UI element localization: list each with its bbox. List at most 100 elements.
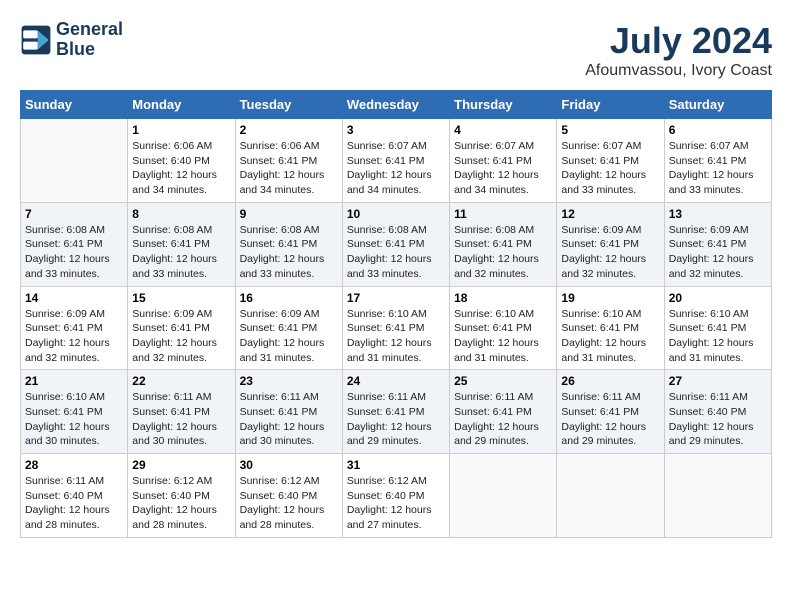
day-info: Sunrise: 6:10 AMSunset: 6:41 PMDaylight:… bbox=[669, 307, 767, 366]
day-info: Sunrise: 6:11 AMSunset: 6:41 PMDaylight:… bbox=[240, 390, 338, 449]
calendar-cell: 27 Sunrise: 6:11 AMSunset: 6:40 PMDayligh… bbox=[664, 370, 771, 454]
day-info: Sunrise: 6:06 AMSunset: 6:40 PMDaylight:… bbox=[132, 139, 230, 198]
day-info: Sunrise: 6:11 AMSunset: 6:41 PMDaylight:… bbox=[347, 390, 445, 449]
calendar-cell: 17 Sunrise: 6:10 AMSunset: 6:41 PMDayligh… bbox=[342, 286, 449, 370]
week-row-2: 7 Sunrise: 6:08 AMSunset: 6:41 PMDaylight… bbox=[21, 202, 772, 286]
day-info: Sunrise: 6:07 AMSunset: 6:41 PMDaylight:… bbox=[347, 139, 445, 198]
calendar-cell: 5Sunrise: 6:07 AMSunset: 6:41 PMDaylight… bbox=[557, 119, 664, 203]
day-number: 3 bbox=[347, 123, 445, 137]
week-row-3: 14 Sunrise: 6:09 AMSunset: 6:41 PMDayligh… bbox=[21, 286, 772, 370]
calendar-cell: 29 Sunrise: 6:12 AMSunset: 6:40 PMDayligh… bbox=[128, 454, 235, 538]
day-info: Sunrise: 6:11 AMSunset: 6:41 PMDaylight:… bbox=[561, 390, 659, 449]
weekday-header-saturday: Saturday bbox=[664, 91, 771, 119]
day-number: 12 bbox=[561, 207, 659, 221]
day-number: 9 bbox=[240, 207, 338, 221]
calendar-cell: 10 Sunrise: 6:08 AMSunset: 6:41 PMDayligh… bbox=[342, 202, 449, 286]
logo: General Blue bbox=[20, 20, 123, 60]
day-info: Sunrise: 6:07 AMSunset: 6:41 PMDaylight:… bbox=[669, 139, 767, 198]
calendar-cell: 8 Sunrise: 6:08 AMSunset: 6:41 PMDaylight… bbox=[128, 202, 235, 286]
day-number: 28 bbox=[25, 458, 123, 472]
weekday-header-wednesday: Wednesday bbox=[342, 91, 449, 119]
day-number: 6 bbox=[669, 123, 767, 137]
day-number: 10 bbox=[347, 207, 445, 221]
day-info: Sunrise: 6:12 AMSunset: 6:40 PMDaylight:… bbox=[132, 474, 230, 533]
day-number: 8 bbox=[132, 207, 230, 221]
day-number: 7 bbox=[25, 207, 123, 221]
calendar-cell bbox=[664, 454, 771, 538]
day-info: Sunrise: 6:11 AMSunset: 6:40 PMDaylight:… bbox=[25, 474, 123, 533]
day-number: 21 bbox=[25, 374, 123, 388]
weekday-header-sunday: Sunday bbox=[21, 91, 128, 119]
calendar-cell: 15 Sunrise: 6:09 AMSunset: 6:41 PMDayligh… bbox=[128, 286, 235, 370]
calendar-cell: 31 Sunrise: 6:12 AMSunset: 6:40 PMDayligh… bbox=[342, 454, 449, 538]
calendar-cell: 30 Sunrise: 6:12 AMSunset: 6:40 PMDayligh… bbox=[235, 454, 342, 538]
day-number: 23 bbox=[240, 374, 338, 388]
calendar-cell: 3 Sunrise: 6:07 AMSunset: 6:41 PMDaylight… bbox=[342, 119, 449, 203]
calendar-cell: 28 Sunrise: 6:11 AMSunset: 6:40 PMDayligh… bbox=[21, 454, 128, 538]
day-info: Sunrise: 6:07 AMSunset: 6:41 PMDaylight:… bbox=[561, 139, 659, 198]
day-number: 14 bbox=[25, 291, 123, 305]
calendar-cell: 18 Sunrise: 6:10 AMSunset: 6:41 PMDayligh… bbox=[450, 286, 557, 370]
day-number: 31 bbox=[347, 458, 445, 472]
calendar-cell bbox=[21, 119, 128, 203]
day-info: Sunrise: 6:07 AMSunset: 6:41 PMDaylight:… bbox=[454, 139, 552, 198]
calendar-cell: 25Sunrise: 6:11 AMSunset: 6:41 PMDayligh… bbox=[450, 370, 557, 454]
day-info: Sunrise: 6:06 AMSunset: 6:41 PMDaylight:… bbox=[240, 139, 338, 198]
day-number: 17 bbox=[347, 291, 445, 305]
day-info: Sunrise: 6:09 AMSunset: 6:41 PMDaylight:… bbox=[25, 307, 123, 366]
day-info: Sunrise: 6:09 AMSunset: 6:41 PMDaylight:… bbox=[132, 307, 230, 366]
calendar-cell: 21 Sunrise: 6:10 AMSunset: 6:41 PMDayligh… bbox=[21, 370, 128, 454]
day-info: Sunrise: 6:12 AMSunset: 6:40 PMDaylight:… bbox=[240, 474, 338, 533]
calendar-cell: 19 Sunrise: 6:10 AMSunset: 6:41 PMDayligh… bbox=[557, 286, 664, 370]
location: Afoumvassou, Ivory Coast bbox=[585, 62, 772, 80]
logo-line1: General bbox=[56, 20, 123, 40]
day-number: 19 bbox=[561, 291, 659, 305]
day-number: 20 bbox=[669, 291, 767, 305]
day-info: Sunrise: 6:11 AMSunset: 6:40 PMDaylight:… bbox=[669, 390, 767, 449]
calendar-cell: 7 Sunrise: 6:08 AMSunset: 6:41 PMDaylight… bbox=[21, 202, 128, 286]
title-area: July 2024 Afoumvassou, Ivory Coast bbox=[585, 20, 772, 80]
calendar-cell: 12Sunrise: 6:09 AMSunset: 6:41 PMDayligh… bbox=[557, 202, 664, 286]
day-number: 2 bbox=[240, 123, 338, 137]
day-info: Sunrise: 6:09 AMSunset: 6:41 PMDaylight:… bbox=[669, 223, 767, 282]
calendar-cell: 1 Sunrise: 6:06 AMSunset: 6:40 PMDaylight… bbox=[128, 119, 235, 203]
weekday-header-thursday: Thursday bbox=[450, 91, 557, 119]
day-info: Sunrise: 6:08 AMSunset: 6:41 PMDaylight:… bbox=[454, 223, 552, 282]
day-info: Sunrise: 6:10 AMSunset: 6:41 PMDaylight:… bbox=[347, 307, 445, 366]
day-info: Sunrise: 6:10 AMSunset: 6:41 PMDaylight:… bbox=[561, 307, 659, 366]
day-info: Sunrise: 6:10 AMSunset: 6:41 PMDaylight:… bbox=[25, 390, 123, 449]
month-year: July 2024 bbox=[585, 20, 772, 62]
day-info: Sunrise: 6:09 AMSunset: 6:41 PMDaylight:… bbox=[240, 307, 338, 366]
calendar-cell: 11 Sunrise: 6:08 AMSunset: 6:41 PMDayligh… bbox=[450, 202, 557, 286]
day-number: 26 bbox=[561, 374, 659, 388]
calendar-cell: 26 Sunrise: 6:11 AMSunset: 6:41 PMDayligh… bbox=[557, 370, 664, 454]
day-number: 30 bbox=[240, 458, 338, 472]
weekday-header-monday: Monday bbox=[128, 91, 235, 119]
weekday-header-row: SundayMondayTuesdayWednesdayThursdayFrid… bbox=[21, 91, 772, 119]
day-number: 16 bbox=[240, 291, 338, 305]
day-info: Sunrise: 6:08 AMSunset: 6:41 PMDaylight:… bbox=[132, 223, 230, 282]
day-number: 11 bbox=[454, 207, 552, 221]
day-number: 15 bbox=[132, 291, 230, 305]
header: General Blue July 2024 Afoumvassou, Ivor… bbox=[20, 20, 772, 80]
calendar-cell: 4 Sunrise: 6:07 AMSunset: 6:41 PMDaylight… bbox=[450, 119, 557, 203]
day-info: Sunrise: 6:08 AMSunset: 6:41 PMDaylight:… bbox=[347, 223, 445, 282]
day-number: 13 bbox=[669, 207, 767, 221]
day-info: Sunrise: 6:10 AMSunset: 6:41 PMDaylight:… bbox=[454, 307, 552, 366]
day-number: 24 bbox=[347, 374, 445, 388]
day-info: Sunrise: 6:08 AMSunset: 6:41 PMDaylight:… bbox=[25, 223, 123, 282]
day-info: Sunrise: 6:12 AMSunset: 6:40 PMDaylight:… bbox=[347, 474, 445, 533]
calendar-cell: 23 Sunrise: 6:11 AMSunset: 6:41 PMDayligh… bbox=[235, 370, 342, 454]
calendar: SundayMondayTuesdayWednesdayThursdayFrid… bbox=[20, 90, 772, 538]
week-row-1: 1 Sunrise: 6:06 AMSunset: 6:40 PMDaylight… bbox=[21, 119, 772, 203]
day-number: 18 bbox=[454, 291, 552, 305]
logo-icon bbox=[20, 24, 52, 56]
calendar-cell bbox=[450, 454, 557, 538]
calendar-cell bbox=[557, 454, 664, 538]
day-number: 29 bbox=[132, 458, 230, 472]
calendar-cell: 22Sunrise: 6:11 AMSunset: 6:41 PMDayligh… bbox=[128, 370, 235, 454]
day-number: 1 bbox=[132, 123, 230, 137]
day-number: 27 bbox=[669, 374, 767, 388]
day-number: 4 bbox=[454, 123, 552, 137]
weekday-header-friday: Friday bbox=[557, 91, 664, 119]
